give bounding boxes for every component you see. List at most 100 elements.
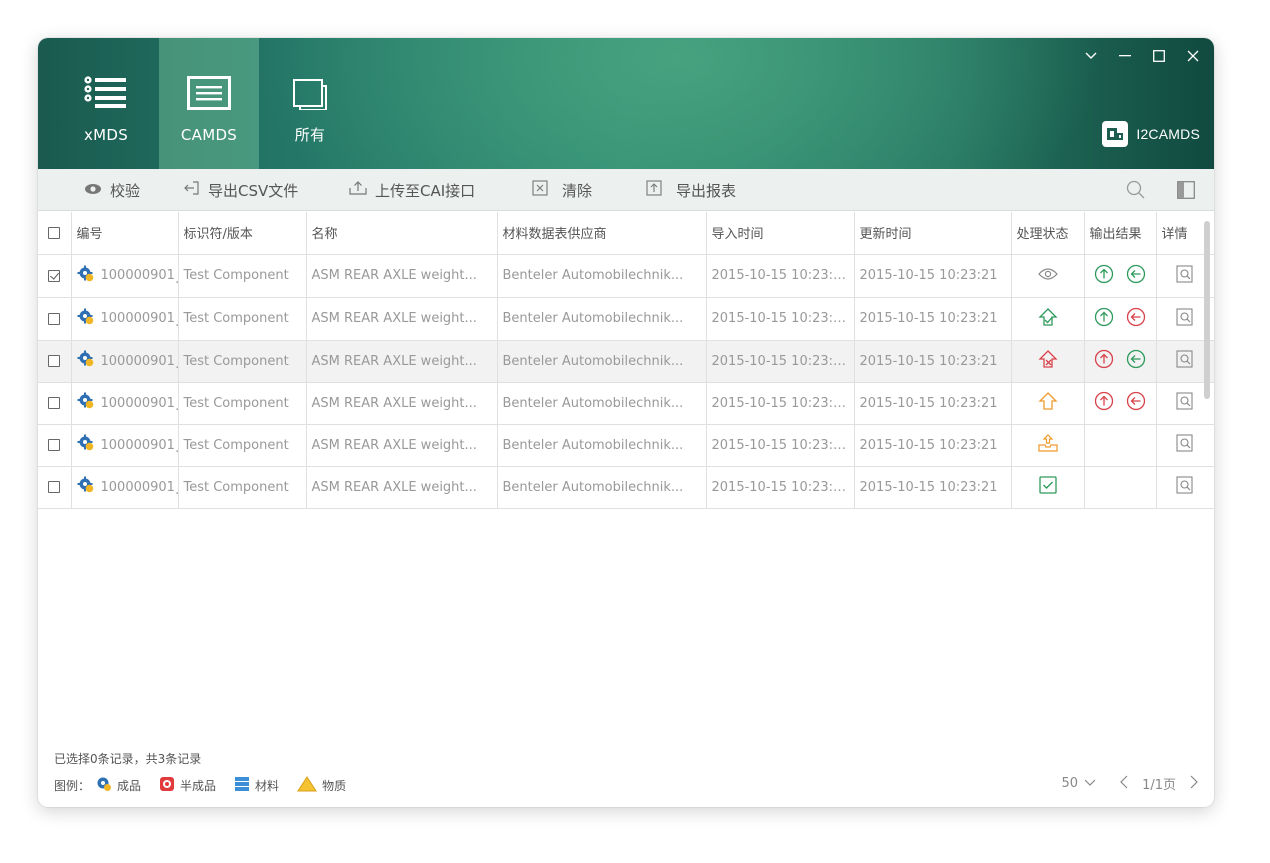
row-identifier: Test Component — [178, 297, 307, 341]
panel-toggle-icon[interactable] — [1177, 169, 1195, 211]
col-id[interactable]: 编号 — [71, 212, 179, 255]
col-result[interactable]: 输出结果 — [1084, 212, 1157, 255]
page-info: 1/1页 — [1142, 778, 1176, 793]
legend-item-semi-finished: 半成品 — [159, 776, 216, 795]
row-checkbox[interactable] — [38, 424, 72, 467]
tab-camds[interactable]: CAMDS — [159, 38, 259, 169]
upload-failed-icon — [1037, 350, 1058, 373]
return-error-icon[interactable] — [1126, 391, 1146, 415]
processing-icon — [1037, 434, 1059, 457]
col-import-time[interactable]: 导入时间 — [706, 212, 855, 255]
table-row[interactable]: 100000901 Test Component ASM REAR AXLE wei… — [38, 254, 1214, 298]
row-supplier: Benteler Automobilechnik... — [497, 466, 707, 509]
upload-cai-label: 上传至CAI接口 — [375, 181, 476, 200]
detail-search-icon[interactable] — [1176, 434, 1194, 456]
row-name: ASM REAR AXLE weight... — [306, 382, 498, 425]
row-name: ASM REAR AXLE weight... — [306, 466, 498, 509]
validate-button[interactable]: 校验 — [84, 169, 140, 211]
clear-button[interactable]: 清除 — [532, 169, 592, 211]
row-name: ASM REAR AXLE weight... — [306, 340, 498, 383]
select-all-checkbox[interactable] — [38, 212, 72, 255]
row-detail[interactable] — [1156, 466, 1214, 509]
row-identifier: Test Component — [178, 466, 307, 509]
finished-product-icon — [96, 776, 112, 795]
row-identifier: Test Component — [178, 340, 307, 383]
col-identifier[interactable]: 标识符/版本 — [178, 212, 307, 255]
finished-product-icon — [77, 265, 95, 287]
detail-search-icon[interactable] — [1176, 476, 1194, 498]
row-checkbox[interactable] — [38, 254, 72, 298]
col-supplier[interactable]: 材料数据表供应商 — [497, 212, 707, 255]
row-checkbox[interactable] — [38, 340, 72, 383]
brand-logo-icon — [1102, 121, 1129, 147]
detail-search-icon[interactable] — [1176, 392, 1194, 414]
eye-icon — [84, 181, 102, 199]
export-report-button[interactable]: 导出报表 — [646, 169, 736, 211]
table-row[interactable]: 100000901 Test Component ASM REAR AXLE wei… — [38, 297, 1214, 341]
col-update-time[interactable]: 更新时间 — [854, 212, 1012, 255]
next-page-icon[interactable] — [1190, 775, 1198, 793]
row-supplier: Benteler Automobilechnik... — [497, 297, 707, 341]
row-result — [1084, 466, 1157, 509]
tab-all[interactable]: 所有 — [260, 38, 360, 169]
table-row[interactable]: 100000901 Test Component ASM REAR AXLE wei… — [38, 466, 1214, 509]
legend-item-substance: 物质 — [297, 776, 346, 795]
semi-finished-icon — [159, 776, 175, 795]
upload-error-icon[interactable] — [1094, 349, 1114, 373]
minimize-icon[interactable] — [1108, 46, 1142, 66]
finished-product-icon — [77, 434, 95, 456]
row-id: 100000901 — [71, 382, 179, 425]
return-ok-icon[interactable] — [1126, 349, 1146, 373]
detail-search-icon[interactable] — [1176, 350, 1194, 372]
upload-validated-icon — [1037, 307, 1058, 331]
return-error-icon[interactable] — [1126, 307, 1146, 331]
table-row[interactable]: 100000901 Test Component ASM REAR AXLE wei… — [38, 424, 1214, 467]
selection-status: 已选择0条记录，共3条记录 — [54, 752, 202, 766]
close-icon[interactable] — [1176, 46, 1210, 66]
col-status[interactable]: 处理状态 — [1011, 212, 1085, 255]
row-checkbox[interactable] — [38, 382, 72, 425]
row-checkbox[interactable] — [38, 297, 72, 341]
upload-ok-icon[interactable] — [1094, 264, 1114, 288]
detail-search-icon[interactable] — [1176, 264, 1194, 287]
search-icon[interactable] — [1126, 169, 1146, 211]
copy-icon — [290, 76, 330, 114]
return-ok-icon[interactable] — [1126, 264, 1146, 288]
table-row[interactable]: 100000901 Test Component ASM REAR AXLE wei… — [38, 382, 1214, 425]
upload-icon — [349, 181, 367, 199]
upload-ok-icon[interactable] — [1094, 307, 1114, 331]
eye-icon — [1037, 267, 1058, 285]
brand-name: I2CAMDS — [1136, 126, 1200, 142]
row-result — [1084, 382, 1157, 425]
table-row[interactable]: 100000901 Test Component ASM REAR AXLE wei… — [38, 340, 1214, 383]
page-size-select[interactable]: 50 — [1062, 776, 1097, 791]
report-icon — [646, 180, 662, 200]
row-update-time: 2015-10-15 10:23:21 — [854, 382, 1012, 425]
row-id: 100000901 — [71, 424, 179, 467]
upload-cai-button[interactable]: 上传至CAI接口 — [349, 169, 475, 211]
export-csv-label: 导出CSV文件 — [208, 181, 299, 200]
row-update-time: 2015-10-15 10:23:21 — [854, 297, 1012, 341]
row-checkbox[interactable] — [38, 466, 72, 509]
row-import-time: 2015-10-15 10:23:21 — [706, 424, 855, 467]
detail-search-icon[interactable] — [1176, 307, 1194, 330]
tab-xmds[interactable]: xMDS — [56, 38, 156, 169]
prev-page-icon[interactable] — [1120, 775, 1128, 793]
col-name[interactable]: 名称 — [306, 212, 498, 255]
brand: I2CAMDS — [1102, 121, 1200, 147]
row-detail[interactable] — [1156, 424, 1214, 467]
upload-error-icon[interactable] — [1094, 391, 1114, 415]
vertical-scrollbar[interactable] — [1204, 221, 1210, 399]
checked-box-icon — [1038, 476, 1057, 498]
validate-label: 校验 — [110, 181, 141, 200]
maximize-icon[interactable] — [1142, 46, 1176, 66]
row-id: 100000901 — [71, 254, 179, 298]
legend-item-material: 材料 — [234, 776, 279, 795]
header: xMDS CAMDS 所有 I2CAMDS — [38, 38, 1214, 169]
export-csv-button[interactable]: 导出CSV文件 — [184, 169, 298, 211]
row-supplier: Benteler Automobilechnik... — [497, 382, 707, 425]
data-table: 编号 标识符/版本 名称 材料数据表供应商 导入时间 更新时间 处理状态 输出结… — [38, 212, 1214, 509]
chevron-down-icon[interactable] — [1074, 46, 1108, 66]
row-status — [1011, 466, 1085, 509]
window-controls — [1074, 46, 1210, 66]
